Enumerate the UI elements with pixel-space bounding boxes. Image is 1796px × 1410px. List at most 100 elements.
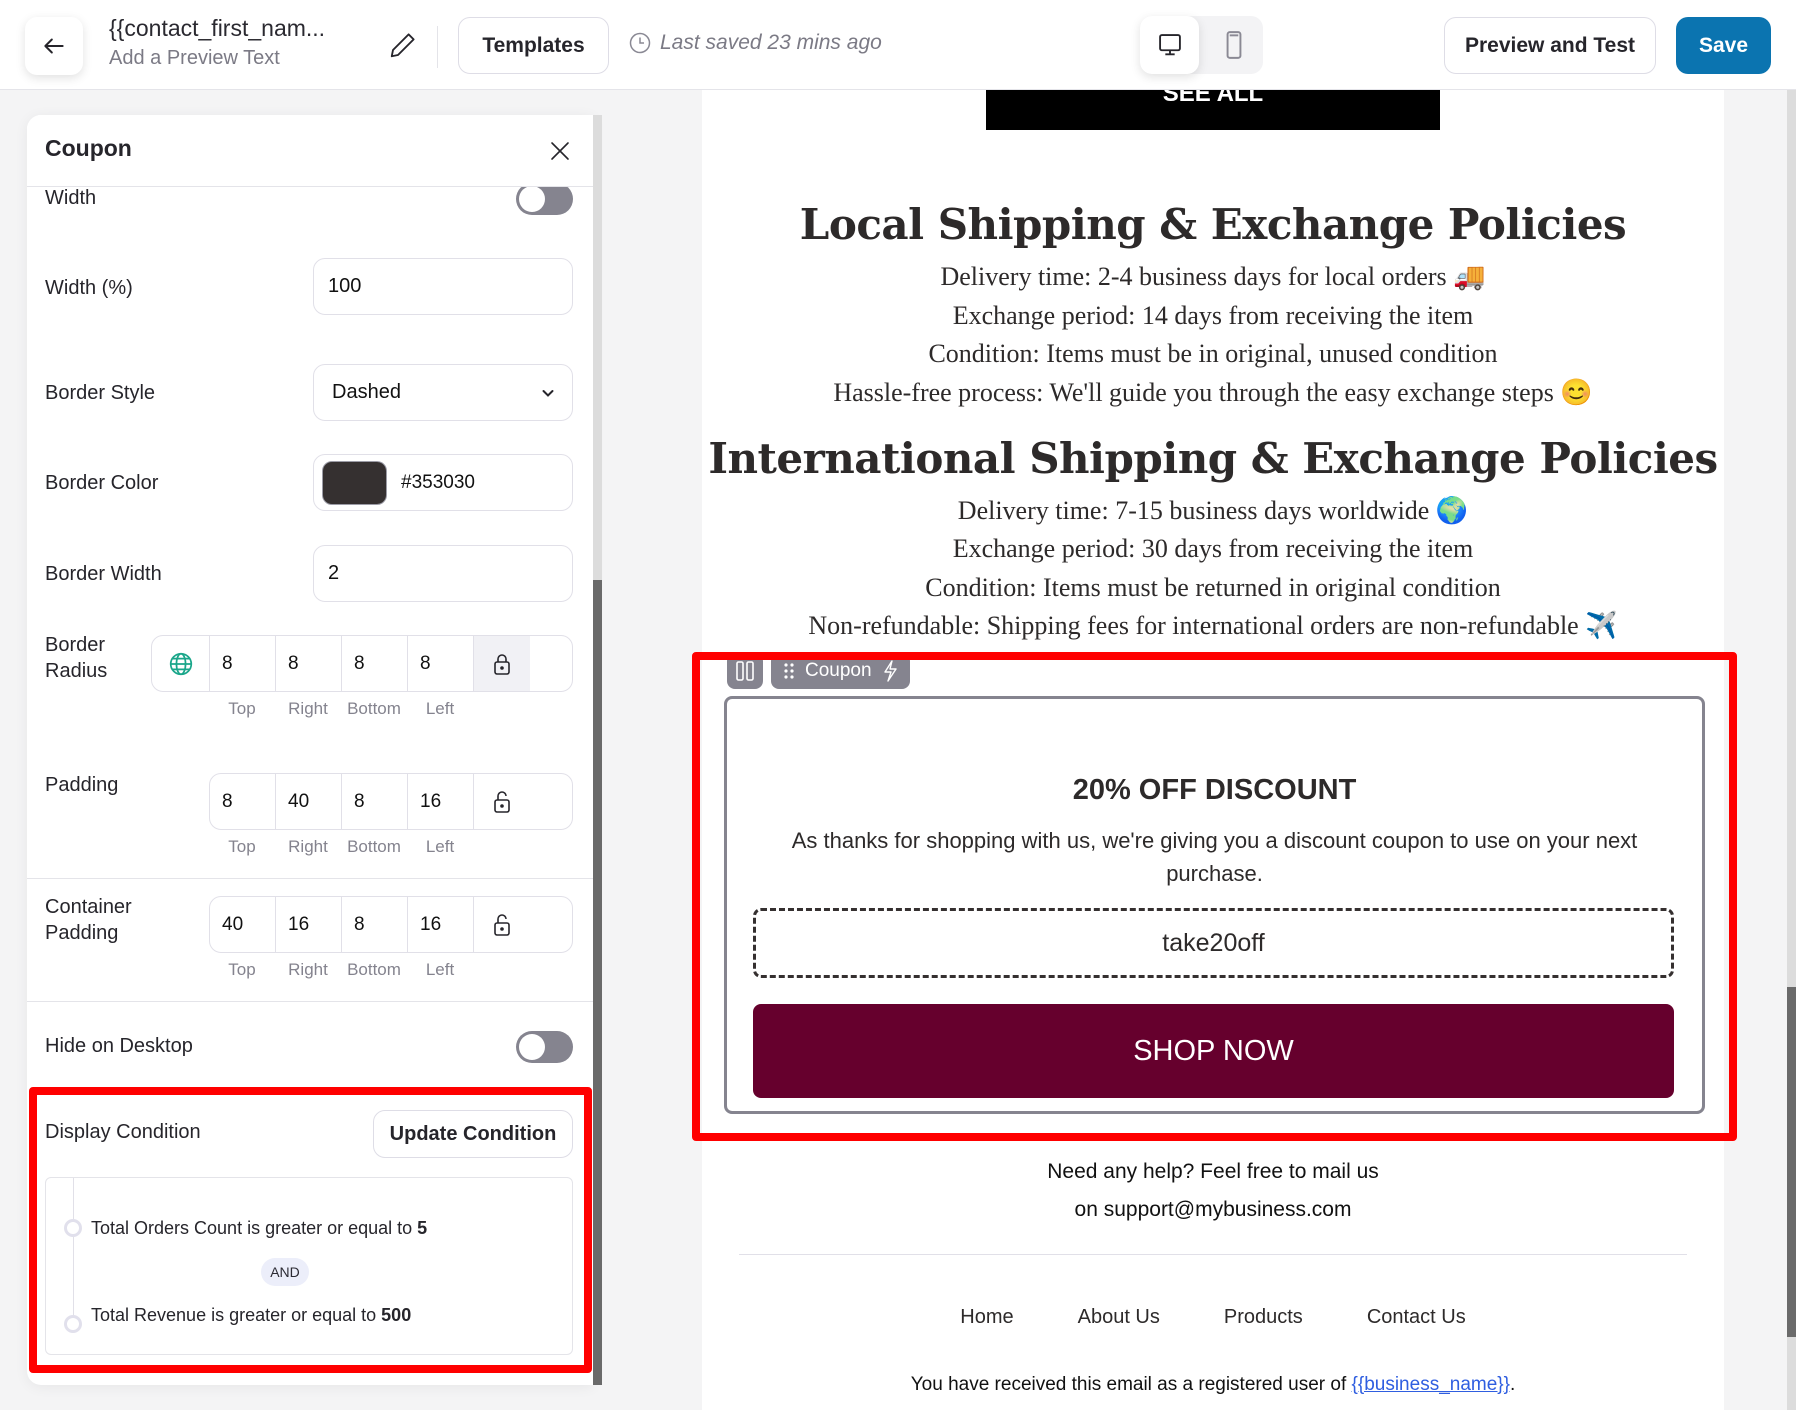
border-radius-side-labels: Top Right Bottom Left <box>209 699 473 719</box>
globe-icon-button[interactable] <box>152 636 210 691</box>
local-policy-line: Condition: Items must be in original, un… <box>928 339 1498 368</box>
border-width-input[interactable]: 2 <box>313 545 573 602</box>
footer-link-home[interactable]: Home <box>960 1306 1013 1329</box>
unlock-icon <box>494 790 510 813</box>
pencil-icon[interactable] <box>388 30 418 60</box>
back-button[interactable] <box>25 17 83 75</box>
coupon-block-name: Coupon <box>805 660 872 681</box>
border-radius-group: 8 8 8 8 <box>151 635 573 692</box>
padding-group: 8 40 8 16 <box>209 773 573 830</box>
coupon-block-toolbar: Coupon <box>727 653 910 689</box>
registered-text: You have received this email as a regist… <box>910 1374 1352 1395</box>
registered-suffix: . <box>1509 1374 1516 1395</box>
border-radius-right[interactable]: 8 <box>276 636 342 691</box>
border-color-input[interactable]: #353030 <box>313 454 573 511</box>
condition-list: Total Orders Count is greater or equal t… <box>45 1177 573 1355</box>
padding-left[interactable]: 16 <box>408 774 474 829</box>
container-padding-left[interactable]: 16 <box>408 897 474 952</box>
container-padding-right[interactable]: 16 <box>276 897 342 952</box>
templates-button[interactable]: Templates <box>458 17 609 74</box>
container-padding-group: 40 16 8 16 <box>209 896 573 953</box>
container-padding-side-labels: Top Right Bottom Left <box>209 960 473 980</box>
border-style-select[interactable]: Dashed <box>313 364 573 421</box>
coupon-title: 20% OFF DISCOUNT <box>1072 774 1357 806</box>
columns-button[interactable] <box>727 653 763 689</box>
footer-link-contact[interactable]: Contact Us <box>1367 1306 1466 1329</box>
border-radius-label-line2: Radius <box>45 660 108 682</box>
border-radius-bottom[interactable]: 8 <box>342 636 408 691</box>
lightning-icon <box>883 660 897 682</box>
hide-desktop-label: Hide on Desktop <box>45 1035 193 1057</box>
help-line: Need any help? Feel free to mail us <box>1047 1160 1379 1183</box>
and-badge: AND <box>261 1258 309 1286</box>
columns-icon <box>736 661 754 681</box>
device-toggle <box>1140 16 1263 74</box>
arrow-left-icon <box>44 38 64 54</box>
padding-bottom[interactable]: 8 <box>342 774 408 829</box>
drag-handle-icon <box>784 663 794 679</box>
side-label-right: Right <box>288 837 328 856</box>
container-padding-label-line2: Padding <box>45 922 119 944</box>
footer-link-products[interactable]: Products <box>1224 1306 1303 1329</box>
see-all-button[interactable]: SEE ALL <box>986 90 1440 130</box>
condition-dot <box>64 1219 82 1237</box>
border-radius-left[interactable]: 8 <box>408 636 474 691</box>
padding-top[interactable]: 8 <box>210 774 276 829</box>
coupon-card[interactable]: 20% OFF DISCOUNT As thanks for shopping … <box>724 696 1705 1114</box>
container-padding-top[interactable]: 40 <box>210 897 276 952</box>
panel-header: Coupon <box>27 115 593 187</box>
save-button[interactable]: Save <box>1676 17 1771 74</box>
padding-right[interactable]: 40 <box>276 774 342 829</box>
chevron-down-icon <box>542 389 554 397</box>
padding-side-labels: Top Right Bottom Left <box>209 837 473 857</box>
close-icon[interactable] <box>548 139 572 163</box>
width-pct-input[interactable]: 100 <box>313 258 573 315</box>
condition-connector-line <box>73 1178 74 1328</box>
email-title-block: {{contact_first_nam... Add a Preview Tex… <box>109 15 325 70</box>
local-policy-line: Hassle-free process: We'll guide you thr… <box>833 378 1593 407</box>
last-saved-status: Last saved 23 mins ago <box>628 31 882 55</box>
container-padding-lock-button[interactable] <box>474 897 530 952</box>
condition-value: 5 <box>417 1218 428 1238</box>
width-toggle[interactable] <box>516 183 573 215</box>
preview-and-test-button[interactable]: Preview and Test <box>1444 17 1656 74</box>
border-width-label: Border Width <box>45 563 162 585</box>
toggle-knob <box>519 186 545 212</box>
hide-desktop-toggle[interactable] <box>516 1031 573 1063</box>
footer-divider <box>739 1254 1687 1255</box>
color-swatch[interactable] <box>322 460 387 505</box>
side-label-bottom: Bottom <box>347 960 401 979</box>
border-color-value: #353030 <box>401 471 475 493</box>
page-scrollbar-thumb[interactable] <box>1787 987 1796 1337</box>
update-condition-button[interactable]: Update Condition <box>373 1110 573 1158</box>
border-style-label: Border Style <box>45 382 156 404</box>
border-radius-label-line1: Border <box>45 634 106 656</box>
panel-scrollbar-thumb[interactable] <box>593 580 602 1385</box>
help-email-line: on support@mybusiness.com <box>1074 1198 1352 1221</box>
coupon-description: As thanks for shopping with us, we're gi… <box>791 828 1638 886</box>
preview-text-input[interactable]: Add a Preview Text <box>109 47 325 70</box>
business-name-link[interactable]: {{business_name}} <box>1352 1374 1510 1395</box>
width-pct-label: Width (%) <box>45 277 133 299</box>
email-subject[interactable]: {{contact_first_nam... <box>109 15 325 42</box>
condition-item: Total Orders Count is greater or equal t… <box>91 1218 427 1239</box>
lock-icon <box>494 653 510 675</box>
border-radius-top[interactable]: 8 <box>210 636 276 691</box>
clock-icon <box>629 32 651 54</box>
footer-nav: Home About Us Products Contact Us <box>702 1306 1724 1329</box>
local-policy-line: Delivery time: 2-4 business days for loc… <box>940 262 1486 291</box>
divider <box>27 878 593 879</box>
desktop-view-button[interactable] <box>1140 16 1199 74</box>
shop-now-button[interactable]: SHOP NOW <box>753 1004 1674 1098</box>
container-padding-bottom[interactable]: 8 <box>342 897 408 952</box>
divider <box>27 1001 593 1002</box>
border-radius-lock-button[interactable] <box>474 636 530 691</box>
coupon-code[interactable]: take20off <box>753 908 1674 978</box>
side-label-top: Top <box>228 837 256 856</box>
coupon-block-label[interactable]: Coupon <box>771 653 910 689</box>
footer-link-about[interactable]: About Us <box>1078 1306 1160 1329</box>
side-label-bottom: Bottom <box>347 699 401 718</box>
padding-lock-button[interactable] <box>474 774 530 829</box>
mobile-view-button[interactable] <box>1204 16 1263 74</box>
desktop-icon <box>1158 34 1181 56</box>
